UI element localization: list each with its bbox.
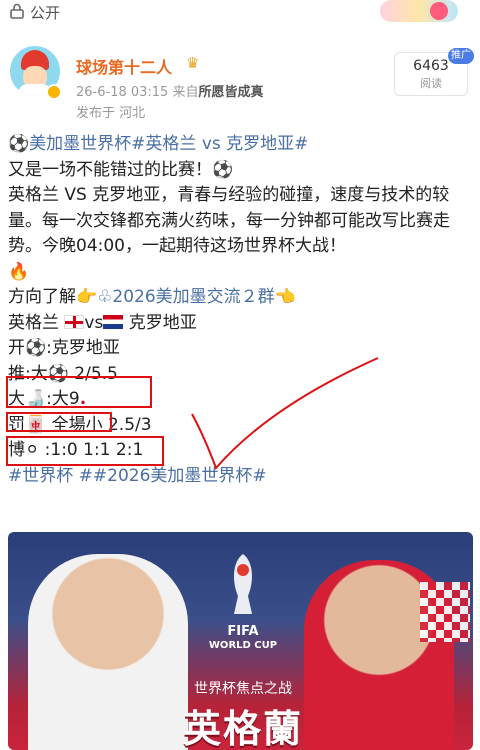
view-unit: 阅读 [420, 77, 442, 90]
lock-icon [10, 3, 24, 19]
trophy-icon [233, 554, 253, 614]
promo-badge: 推广 [448, 48, 474, 64]
visibility-label[interactable]: 公开 [30, 2, 60, 23]
post-meta: 26-6-18 03:15 来自所愿皆成真 [76, 81, 264, 100]
match-line: 英格兰 vs 克罗地亚 [8, 311, 473, 337]
focus-label: 世界杯焦点之战 [194, 681, 292, 697]
group-line-prefix: 方向了解👉 [8, 287, 98, 307]
post-location: 发布于 河北 [76, 106, 146, 121]
croatia-flag-graphic [420, 582, 470, 642]
fire-icon: 🔥 [8, 261, 30, 282]
fifa-label: FIFA [227, 624, 259, 639]
post-source[interactable]: 所愿皆成真 [199, 85, 264, 100]
author-name[interactable]: 球场第十二人 [76, 54, 172, 78]
group-line-suffix: 👈 [274, 287, 296, 307]
team-home: 英格兰 [8, 312, 59, 333]
group-link[interactable]: ♧2026美加墨交流２群 [97, 287, 275, 307]
highlight-box-penalty [6, 436, 164, 466]
check-mark-icon [191, 357, 379, 470]
match-banner-image[interactable]: FIFA WORLD CUP 世界杯焦点之战 英格蘭 [8, 532, 473, 750]
verified-icon [46, 84, 62, 100]
post-header: 球场第十二人 ♛ 26-6-18 03:15 来自所愿皆成真 发布于 河北 64… [0, 38, 480, 128]
top-bar: 公开 [0, 0, 480, 26]
group-line: 方向了解👉♧2026美加墨交流２群👈 [8, 285, 473, 311]
post-paragraph: 英格兰 VS 克罗地亚，青春与经验的碰撞，速度与技术的较量。每一次交锋都充满火药… [8, 185, 450, 256]
team-away: 克罗地亚 [128, 312, 197, 333]
england-flag-icon [64, 314, 85, 329]
hashtag-title[interactable]: ⚽美加墨世界杯#英格兰 vs 克罗地亚# [8, 132, 473, 158]
crown-icon: ♛ [186, 54, 200, 72]
banner-title: 英格蘭 [182, 707, 303, 750]
croatia-flag-icon [103, 314, 124, 329]
world-cup-label: WORLD CUP [208, 640, 278, 651]
post-timestamp: 26-6-18 03:15 [76, 85, 169, 100]
post-line-1: 又是一场不能错过的比赛！⚽ [8, 159, 234, 180]
highlight-box-tip [6, 376, 152, 408]
vs-label: vs [84, 312, 104, 333]
highlight-box-big [6, 412, 112, 432]
source-prefix: 来自 [172, 85, 199, 100]
promo-banner-icon[interactable] [380, 0, 458, 22]
